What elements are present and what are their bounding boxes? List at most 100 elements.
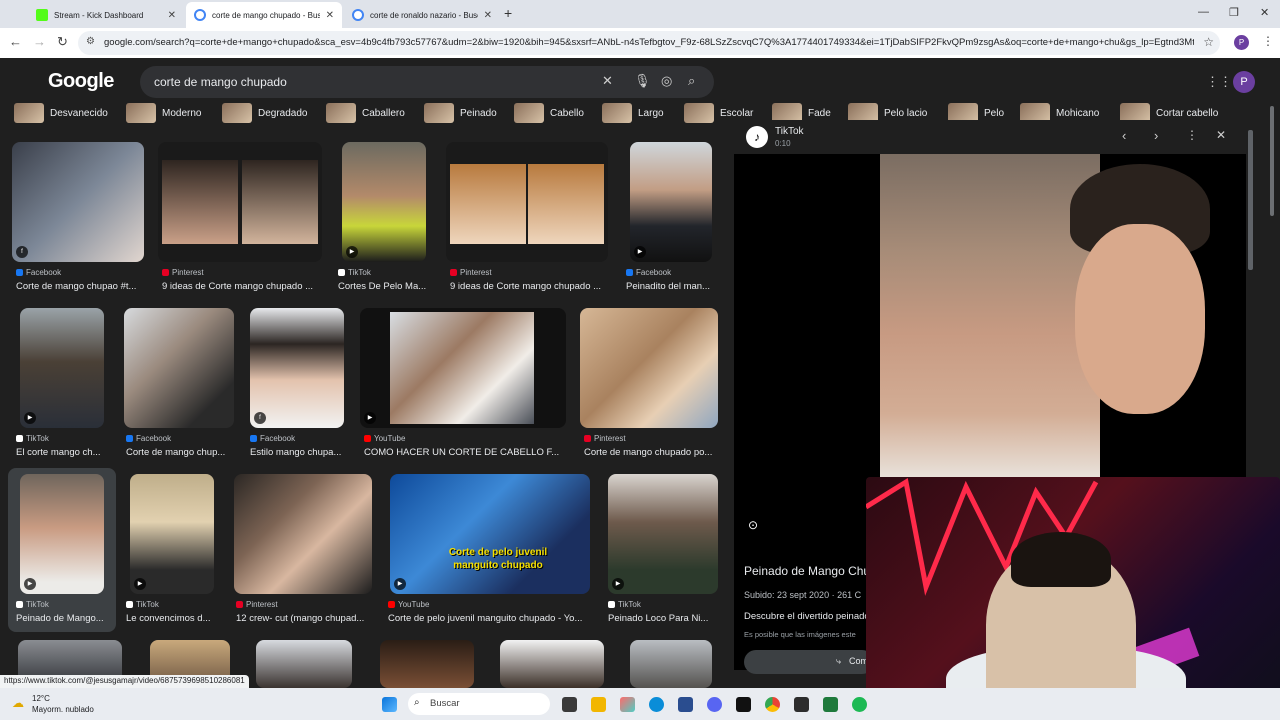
- google-logo[interactable]: Google: [48, 70, 114, 93]
- image-result[interactable]: ▶ TikTok Peinado Loco Para Ni...: [604, 474, 720, 624]
- chip-label: Cabello: [550, 107, 584, 119]
- image-result[interactable]: [630, 640, 712, 688]
- image-result[interactable]: ▶ Facebook Peinadito del man...: [622, 142, 718, 292]
- copilot-icon[interactable]: [620, 697, 635, 712]
- source-favicon-icon: [162, 269, 169, 276]
- app-icon[interactable]: [794, 697, 809, 712]
- window-close-icon[interactable]: ✕: [1260, 6, 1269, 19]
- result-caption[interactable]: Corte de mango chupado po...: [584, 447, 720, 458]
- result-caption[interactable]: Estilo mango chupa...: [250, 447, 350, 458]
- close-icon[interactable]: ✕: [484, 10, 492, 21]
- microphone-icon[interactable]: 🎙: [634, 73, 651, 89]
- chip-label: Pelo: [984, 107, 1005, 119]
- source-favicon-icon: [16, 269, 23, 276]
- site-info-icon[interactable]: ⚙: [86, 36, 95, 47]
- apps-grid-icon[interactable]: ⋮⋮: [1206, 74, 1232, 90]
- image-result[interactable]: Facebook Corte de mango chup...: [122, 308, 236, 458]
- windows-start-icon[interactable]: [382, 697, 397, 712]
- excel-icon[interactable]: [823, 697, 838, 712]
- image-result[interactable]: [256, 640, 352, 688]
- image-result[interactable]: ▶ YouTube COMO HACER UN CORTE DE CABELLO…: [360, 308, 570, 458]
- scrollbar-thumb[interactable]: [1248, 130, 1253, 270]
- chip-cabello[interactable]: Cabello: [514, 102, 584, 124]
- result-source: Pinterest: [162, 268, 204, 277]
- image-result[interactable]: ▶ TikTok Cortes De Pelo Ma...: [334, 142, 434, 292]
- image-result[interactable]: ▶ TikTok El corte mango ch...: [12, 308, 114, 458]
- result-caption[interactable]: Peinado Loco Para Ni...: [608, 613, 720, 624]
- image-result[interactable]: Pinterest 9 ideas de Corte mango chupado…: [446, 142, 608, 292]
- preview-source[interactable]: TikTok: [775, 126, 804, 137]
- image-result[interactable]: ▶ TikTok Peinado de Mango...: [12, 474, 112, 624]
- image-result[interactable]: f Facebook Estilo mango chupa...: [246, 308, 350, 458]
- search-icon[interactable]: ⌕: [688, 73, 695, 89]
- chip-largo[interactable]: Largo: [602, 102, 664, 124]
- chip-caballero[interactable]: Caballero: [326, 102, 405, 124]
- chip-desvanecido[interactable]: Desvanecido: [14, 102, 108, 124]
- play-icon: ▶: [24, 412, 36, 424]
- scrollbar-thumb[interactable]: [1270, 106, 1274, 216]
- spotify-icon[interactable]: [852, 697, 867, 712]
- discord-icon[interactable]: [707, 697, 722, 712]
- lens-search-icon[interactable]: ⊙: [748, 518, 758, 532]
- image-result[interactable]: [380, 640, 474, 688]
- more-options-icon[interactable]: ⋮: [1186, 128, 1198, 142]
- chip-peinado[interactable]: Peinado: [424, 102, 497, 124]
- previous-icon[interactable]: ‹: [1122, 128, 1126, 143]
- file-explorer-icon[interactable]: [591, 697, 606, 712]
- result-caption[interactable]: El corte mango ch...: [16, 447, 114, 458]
- search-input[interactable]: corte de mango chupado ✕ 🎙 ◎ ⌕: [140, 66, 714, 98]
- back-icon[interactable]: ←: [9, 34, 22, 49]
- tab-mango-chupado[interactable]: corte de mango chupado - Bus ✕: [186, 2, 342, 28]
- image-result[interactable]: f Facebook Corte de mango chupao #t...: [12, 142, 146, 292]
- image-result[interactable]: [500, 640, 604, 688]
- result-caption[interactable]: 9 ideas de Corte mango chupado ...: [450, 281, 608, 292]
- minimize-icon[interactable]: —: [1198, 6, 1209, 18]
- result-caption[interactable]: Corte de mango chupao #t...: [16, 281, 146, 292]
- close-icon[interactable]: ✕: [326, 10, 334, 21]
- image-result[interactable]: Corte de pelo juvenil manguito chupado ▶…: [384, 474, 594, 624]
- chip-label: Desvanecido: [50, 107, 108, 119]
- tab-ronaldo-nazario[interactable]: corte de ronaldo nazario - Busc ✕: [344, 2, 500, 28]
- image-result[interactable]: Pinterest 9 ideas de Corte mango chupado…: [158, 142, 322, 292]
- chip-moderno[interactable]: Moderno: [126, 102, 201, 124]
- result-caption[interactable]: Corte de mango chup...: [126, 447, 236, 458]
- task-view-icon[interactable]: [562, 697, 577, 712]
- reload-icon[interactable]: ↻: [57, 34, 68, 50]
- browser-menu-icon[interactable]: ⋮: [1262, 34, 1274, 48]
- chrome-icon[interactable]: [765, 697, 780, 712]
- new-tab-button[interactable]: +: [504, 5, 512, 21]
- result-caption[interactable]: Corte de pelo juvenil manguito chupado -…: [388, 613, 594, 624]
- restore-icon[interactable]: ❐: [1229, 6, 1239, 19]
- result-caption[interactable]: Peinado de Mango...: [16, 613, 112, 624]
- image-result[interactable]: Pinterest Corte de mango chupado po...: [580, 308, 720, 458]
- preview-title[interactable]: Peinado de Mango Chu: [744, 564, 870, 578]
- next-icon[interactable]: ›: [1154, 128, 1158, 143]
- result-caption[interactable]: Peinadito del man...: [626, 281, 718, 292]
- close-preview-icon[interactable]: ✕: [1216, 128, 1226, 142]
- result-caption[interactable]: Le convencimos d...: [126, 613, 222, 624]
- address-bar[interactable]: ⚙ google.com/search?q=corte+de+mango+chu…: [78, 31, 1220, 55]
- store-icon[interactable]: [678, 697, 693, 712]
- tab-kick-dashboard[interactable]: Stream - Kick Dashboard ✕: [28, 2, 184, 28]
- bookmark-star-icon[interactable]: ☆: [1203, 35, 1214, 49]
- result-thumbnail: [500, 640, 604, 688]
- browser-profile-avatar[interactable]: P: [1234, 35, 1249, 50]
- image-result[interactable]: ▶ TikTok Le convencimos d...: [122, 474, 222, 624]
- result-caption[interactable]: COMO HACER UN CORTE DE CABELLO F...: [364, 447, 568, 458]
- share-button[interactable]: ⤷ Com: [744, 650, 874, 674]
- weather-description: Mayorm. nublado: [32, 705, 94, 714]
- chip-degradado[interactable]: Degradado: [222, 102, 307, 124]
- edge-icon[interactable]: [649, 697, 664, 712]
- result-caption[interactable]: Cortes De Pelo Ma...: [338, 281, 434, 292]
- forward-icon[interactable]: →: [33, 34, 46, 49]
- clear-icon[interactable]: ✕: [602, 73, 613, 89]
- close-icon[interactable]: ✕: [168, 10, 176, 21]
- result-caption[interactable]: 9 ideas de Corte mango chupado ...: [162, 281, 322, 292]
- result-thumbnail: [158, 142, 322, 262]
- result-caption[interactable]: 12 crew- cut (mango chupad...: [236, 613, 374, 624]
- tiktok-app-icon[interactable]: [736, 697, 751, 712]
- taskbar-search-input[interactable]: ⌕ Buscar: [408, 693, 550, 715]
- lens-icon[interactable]: ◎: [661, 73, 672, 89]
- account-avatar[interactable]: P: [1233, 71, 1255, 93]
- image-result[interactable]: Pinterest 12 crew- cut (mango chupad...: [232, 474, 374, 624]
